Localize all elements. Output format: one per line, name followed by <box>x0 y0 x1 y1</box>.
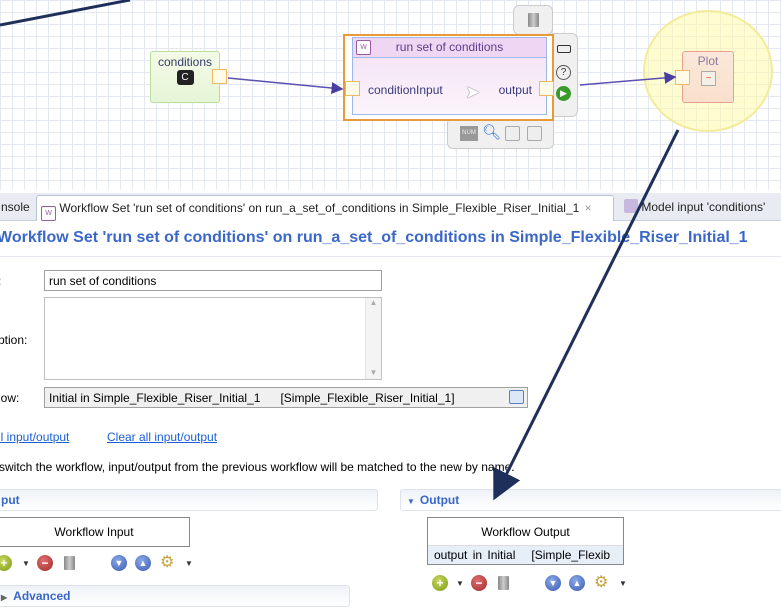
tab-model-input[interactable]: Model input 'conditions' <box>620 195 769 221</box>
connection-conditions-run <box>227 77 344 94</box>
input-section-title: put <box>1 493 20 507</box>
tab-label: nsole <box>1 200 30 214</box>
advanced-title: Advanced <box>13 589 71 603</box>
tab-console[interactable]: nsole <box>0 195 34 221</box>
move-down-icon[interactable]: ▼ <box>111 555 127 571</box>
output-section-header[interactable]: ▼ Output <box>400 489 781 511</box>
divider <box>0 256 781 257</box>
row-name: output in Initial <box>434 548 516 562</box>
settings-icon[interactable]: ⚙ <box>160 555 174 571</box>
editor-tab-bar: nsole W Workflow Set 'run set of conditi… <box>0 193 781 221</box>
move-up-icon[interactable]: ▲ <box>569 575 585 591</box>
add-icon[interactable]: + <box>432 575 448 591</box>
tab-label: Model input 'conditions' <box>641 200 766 214</box>
table-header: Workflow Output <box>428 518 623 546</box>
name-label: : <box>0 274 1 288</box>
add-icon[interactable]: + <box>0 555 12 571</box>
expand-arrow-icon: ▼ <box>407 497 415 506</box>
workflow-canvas[interactable]: conditions C ? ▶ NUM 🔍︎ Wrun set of cond… <box>0 0 781 190</box>
description-scrollbar[interactable]: ▲ ▼ <box>365 298 381 379</box>
trash-icon[interactable] <box>64 556 75 570</box>
workflow-field[interactable]: Initial in Simple_Flexible_Riser_Initial… <box>44 387 528 408</box>
input-section-header[interactable]: put <box>0 489 378 511</box>
table-row[interactable]: output in Initial [Simple_Flexib <box>428 546 623 564</box>
tab-label: Workflow Set 'run set of conditions' on … <box>59 201 580 215</box>
row-source: [Simple_Flexib <box>531 548 611 562</box>
advanced-section-header[interactable]: ▶ Advanced <box>0 585 350 607</box>
info-text: switch the workflow, input/output from t… <box>0 460 515 474</box>
workflow-input-table[interactable]: Workflow Input <box>0 517 190 547</box>
workflow-label: low: <box>0 391 20 405</box>
move-up-icon[interactable]: ▲ <box>135 555 151 571</box>
trash-icon[interactable] <box>498 576 509 590</box>
dropdown-arrow-icon[interactable]: ▼ <box>619 579 627 588</box>
tab-workflow-set[interactable]: W Workflow Set 'run set of conditions' o… <box>36 195 614 221</box>
description-label: ption: <box>0 333 28 347</box>
description-textarea[interactable]: ▲ ▼ <box>44 297 382 380</box>
collapse-arrow-icon: ▶ <box>1 593 8 602</box>
workflow-set-icon: W <box>41 206 56 221</box>
page-title: Workflow Set 'run set of conditions' on … <box>0 229 748 246</box>
remove-icon[interactable]: − <box>471 575 487 591</box>
remove-icon[interactable]: − <box>37 555 53 571</box>
clear-all-link[interactable]: Clear all input/output <box>107 430 217 444</box>
output-section-title: Output <box>419 493 460 507</box>
connection-run-plot <box>579 71 677 86</box>
settings-icon[interactable]: ⚙ <box>594 575 608 591</box>
dropdown-arrow-icon[interactable]: ▼ <box>185 559 193 568</box>
dropdown-arrow-icon[interactable]: ▼ <box>22 559 30 568</box>
dropdown-arrow-icon[interactable]: ▼ <box>456 579 464 588</box>
close-icon[interactable]: × <box>585 201 592 215</box>
connections <box>227 71 677 94</box>
table-header: Workflow Input <box>54 525 134 539</box>
model-input-icon <box>624 199 638 213</box>
name-input[interactable]: run set of conditions <box>44 270 382 291</box>
select-workflow-icon[interactable] <box>509 390 524 404</box>
move-down-icon[interactable]: ▼ <box>545 575 561 591</box>
match-all-link[interactable]: ll input/output <box>0 430 69 444</box>
workflow-output-table[interactable]: Workflow Output output in Initial [Simpl… <box>427 517 624 565</box>
